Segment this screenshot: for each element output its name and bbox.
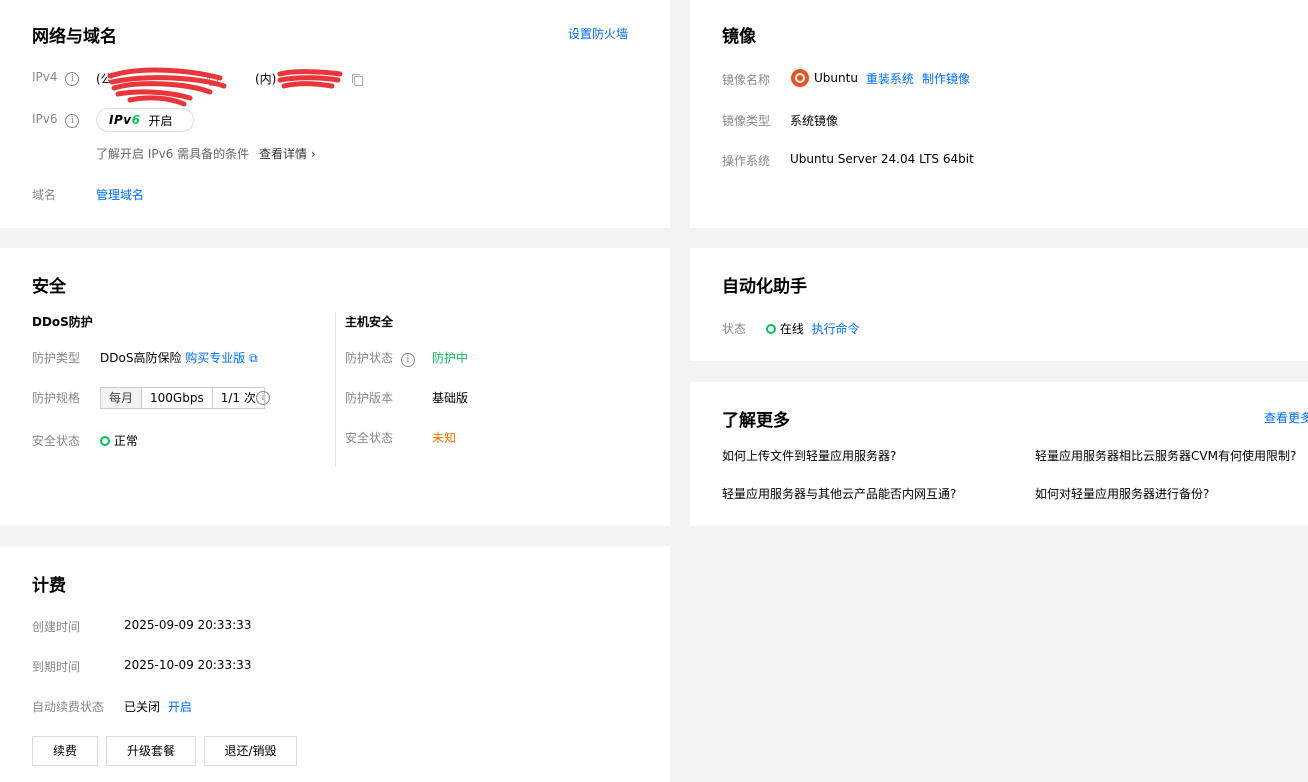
- execute-command-link[interactable]: 执行命令: [812, 322, 860, 336]
- view-more-link[interactable]: 查看更多: [1264, 409, 1308, 426]
- auto-renew-value: 已关闭: [124, 700, 161, 714]
- reinstall-system-link[interactable]: 重装系统: [866, 70, 914, 87]
- host-safety-label: 安全状态: [345, 431, 394, 445]
- ipv6-details-link[interactable]: 查看详情 ›: [259, 147, 316, 161]
- renew-button[interactable]: 续费: [32, 736, 98, 766]
- learn-more-card: 了解更多 查看更多 如何上传文件到轻量应用服务器? 轻量应用服务器相比云服务器C…: [690, 382, 1308, 526]
- image-type-value: 系统镜像: [790, 114, 839, 128]
- faq-link-4[interactable]: 如何对轻量应用服务器进行备份?: [1035, 485, 1209, 502]
- ipv6-status-pill[interactable]: IPv6 开启: [96, 108, 194, 132]
- auto-renew-label: 自动续费状态: [32, 700, 105, 714]
- ddos-status-label: 安全状态: [32, 434, 81, 448]
- created-time-label: 创建时间: [32, 620, 81, 634]
- image-type-label: 镜像类型: [722, 114, 771, 128]
- automation-status-value: 在线: [779, 322, 804, 336]
- host-status-info-icon[interactable]: i: [400, 353, 415, 367]
- automation-title: 自动化助手: [722, 277, 807, 297]
- network-title: 网络与域名: [32, 27, 117, 47]
- host-safety-value: 未知: [432, 431, 457, 445]
- billing-title: 计费: [32, 576, 66, 596]
- section-divider: [335, 312, 336, 466]
- refund-destroy-button[interactable]: 退还/销毁: [204, 736, 297, 766]
- image-name-row: Ubuntu 重装系统 制作镜像: [791, 69, 970, 87]
- ipv6-label: IPv6 i: [32, 112, 80, 128]
- automation-card: 自动化助手 状态 在线 执行命令: [690, 248, 1308, 361]
- ubuntu-logo-icon: [791, 69, 809, 87]
- ipv4-info-icon[interactable]: i: [65, 72, 80, 86]
- manage-domain-link[interactable]: 管理域名: [96, 186, 144, 203]
- ddos-spec-info-icon[interactable]: i: [256, 391, 270, 405]
- created-time-value: 2025-09-09 20:33:33: [124, 618, 252, 632]
- host-status-label: 防护状态 i: [345, 349, 415, 367]
- enable-auto-renew-link[interactable]: 开启: [168, 700, 192, 714]
- image-name-value: Ubuntu: [814, 71, 858, 85]
- ddos-spec-label: 防护规格: [32, 391, 81, 405]
- faq-link-1[interactable]: 如何上传文件到轻量应用服务器?: [722, 447, 896, 464]
- online-dot-icon: [766, 324, 776, 334]
- chevron-right-icon: ›: [310, 147, 316, 161]
- spec-bandwidth: 100Gbps: [142, 388, 213, 408]
- status-online-dot-icon: [100, 436, 110, 446]
- ddos-type-value: DDoS高防保险: [100, 351, 182, 365]
- copy-private-ip-icon[interactable]: [351, 74, 363, 86]
- auto-renew-row: 已关闭 开启: [124, 698, 192, 715]
- ipv6-logo: IPv6: [109, 113, 141, 127]
- buy-pro-link[interactable]: 购买专业版 ⧉: [185, 351, 257, 365]
- ipv6-hint: 了解开启 IPv6 需具备的条件 查看详情 ›: [96, 147, 316, 161]
- os-label: 操作系统: [722, 154, 771, 168]
- expire-time-label: 到期时间: [32, 660, 81, 674]
- ddos-section-title: DDoS防护: [32, 315, 93, 329]
- host-security-title: 主机安全: [345, 315, 394, 329]
- redaction-scribble-private: [277, 69, 343, 89]
- os-value: Ubuntu Server 24.04 LTS 64bit: [790, 152, 974, 166]
- ipv4-private-address: (内): [255, 72, 277, 86]
- automation-status-row: 在线 执行命令: [766, 320, 860, 337]
- set-firewall-link[interactable]: 设置防火墙: [568, 25, 628, 42]
- security-title: 安全: [32, 277, 66, 297]
- expire-time-value: 2025-10-09 20:33:33: [124, 658, 252, 672]
- ipv4-label: IPv4 i: [32, 70, 80, 86]
- ddos-status-row: 正常: [100, 432, 138, 449]
- image-name-label: 镜像名称: [722, 73, 771, 87]
- learn-more-title: 了解更多: [722, 411, 790, 431]
- ipv6-info-icon[interactable]: i: [65, 114, 80, 128]
- domain-label: 域名: [32, 188, 57, 202]
- external-link-icon: ⧉: [249, 351, 258, 365]
- ddos-type-label: 防护类型: [32, 351, 81, 365]
- host-version-value: 基础版: [432, 391, 469, 405]
- network-card: 网络与域名 设置防火墙 IPv4 i (公 (内) IPv6 i IPv6 开启…: [0, 0, 670, 228]
- image-card: 镜像 镜像名称 Ubuntu 重装系统 制作镜像 镜像类型 系统镜像 操作系统 …: [690, 0, 1308, 228]
- ddos-spec-box: 每月 100Gbps 1/1 次: [100, 387, 265, 409]
- billing-card: 计费 创建时间 2025-09-09 20:33:33 到期时间 2025-10…: [0, 546, 670, 782]
- host-version-label: 防护版本: [345, 391, 394, 405]
- spec-period: 每月: [101, 388, 143, 408]
- redaction-scribble-public: [107, 67, 227, 107]
- host-status-value: 防护中: [432, 351, 469, 365]
- faq-link-3[interactable]: 轻量应用服务器与其他云产品能否内网互通?: [722, 485, 956, 502]
- security-card: 安全 DDoS防护 防护类型 DDoS高防保险 购买专业版 ⧉ 防护规格 每月 …: [0, 248, 670, 526]
- ddos-status-value: 正常: [113, 434, 138, 448]
- ddos-type-row: DDoS高防保险 购买专业版 ⧉: [100, 349, 258, 366]
- make-image-link[interactable]: 制作镜像: [922, 70, 970, 87]
- faq-link-2[interactable]: 轻量应用服务器相比云服务器CVM有何使用限制?: [1035, 447, 1296, 464]
- image-title: 镜像: [722, 27, 756, 47]
- upgrade-plan-button[interactable]: 升级套餐: [106, 736, 196, 766]
- automation-status-label: 状态: [722, 322, 747, 336]
- ipv6-status: 开启: [148, 113, 173, 128]
